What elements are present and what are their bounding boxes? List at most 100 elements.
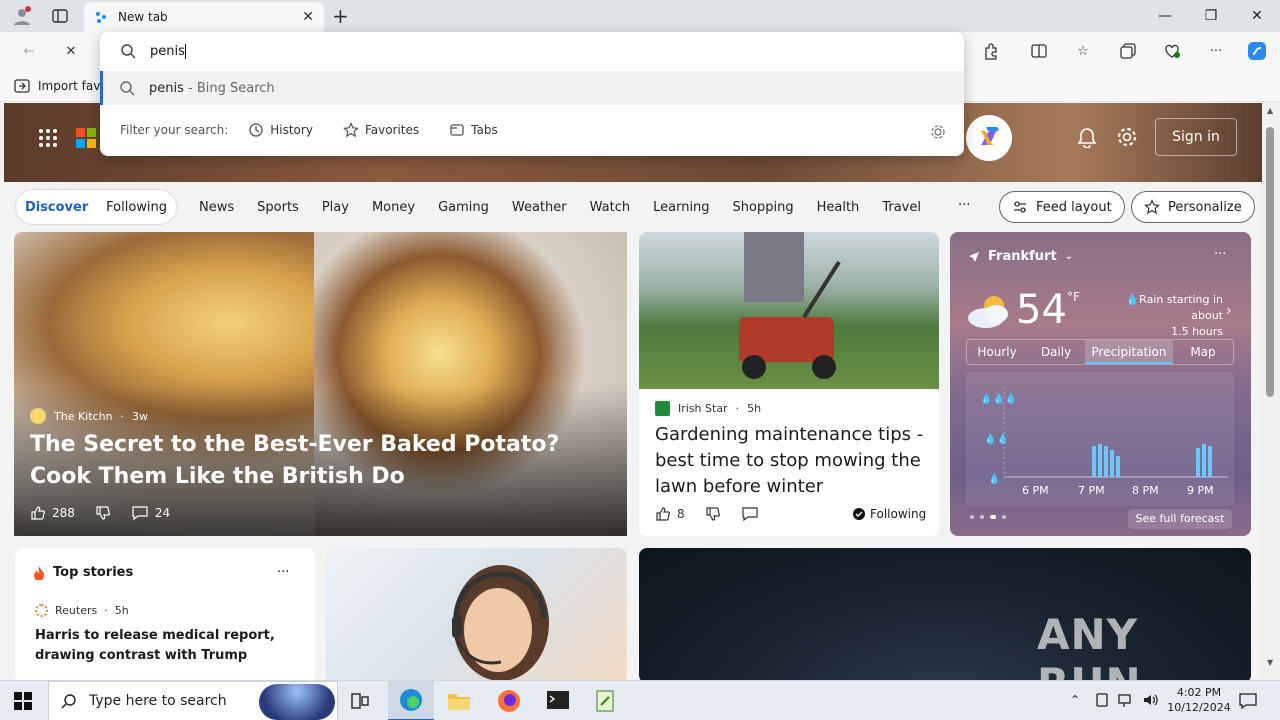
browser-essentials-icon[interactable] <box>1161 40 1183 62</box>
tab-hourly[interactable]: Hourly <box>967 340 1027 364</box>
article-title[interactable]: The Secret to the Best-Ever Baked Potato… <box>30 429 610 493</box>
nav-weather[interactable]: Weather <box>512 200 567 215</box>
copilot-sidebar-icon[interactable] <box>1246 40 1268 62</box>
search-settings-icon[interactable] <box>930 124 946 140</box>
nav-watch[interactable]: Watch <box>590 200 630 215</box>
like-icon[interactable] <box>655 506 671 522</box>
see-full-forecast-link[interactable]: See full forecast <box>1128 509 1232 529</box>
settings-more-icon[interactable]: ··· <box>1205 40 1227 62</box>
scrollbar-thumb[interactable] <box>1266 127 1274 397</box>
article-card-gardening[interactable]: Irish Star · 5h Gardening maintenance ti… <box>639 232 939 536</box>
nav-sports[interactable]: Sports <box>257 200 299 215</box>
personalize-button[interactable]: Personalize <box>1131 191 1255 223</box>
article-image-card[interactable] <box>326 548 627 680</box>
task-view-icon[interactable] <box>350 691 370 711</box>
comment-icon[interactable] <box>741 506 759 522</box>
page-scrollbar[interactable]: ▲ ▼ <box>1262 103 1280 680</box>
start-button[interactable] <box>14 692 32 710</box>
tab-map[interactable]: Map <box>1173 340 1233 364</box>
new-tab-button[interactable]: + <box>332 6 349 26</box>
volume-icon[interactable] <box>1142 692 1160 708</box>
filter-favorites[interactable]: Favorites <box>342 122 419 138</box>
tab-actions-icon[interactable] <box>52 8 68 24</box>
video-card[interactable]: ANY RUN <box>639 548 1251 680</box>
msn-tab-icon <box>96 12 106 23</box>
dislike-icon[interactable] <box>95 505 111 521</box>
dislike-icon[interactable] <box>705 506 721 522</box>
favorites-icon[interactable]: ☆ <box>1072 40 1094 62</box>
restore-button[interactable]: ❐ <box>1188 0 1234 32</box>
back-icon[interactable]: ← <box>18 40 40 62</box>
nav-play[interactable]: Play <box>322 200 349 215</box>
clock-date: 10/12/2024 <box>1167 701 1231 714</box>
weather-summary: 💧Rain starting in about 1.5 hours <box>1093 292 1223 340</box>
top-stories-more-icon[interactable]: ··· <box>277 565 289 580</box>
network-icon[interactable] <box>1118 692 1136 708</box>
collections-icon[interactable] <box>1117 40 1139 62</box>
terminal-icon[interactable] <box>546 690 570 712</box>
carousel-dots[interactable] <box>970 515 1006 519</box>
tab-new-tab[interactable]: New tab ✕ <box>84 2 324 32</box>
notifications-icon[interactable] <box>1076 126 1098 148</box>
stop-loading-icon[interactable]: ✕ <box>60 40 82 62</box>
time-label: 7 PM <box>1078 484 1105 497</box>
taskbar-edge[interactable] <box>388 681 434 720</box>
scroll-down-icon[interactable]: ▼ <box>1267 658 1273 667</box>
address-input[interactable]: penis <box>100 32 964 70</box>
chevron-right-icon[interactable]: › <box>1226 303 1232 319</box>
feed-layout-button[interactable]: Feed layout <box>999 191 1125 223</box>
clock[interactable]: 4:02 PM 10/12/2024 <box>1164 685 1234 715</box>
close-window-button[interactable]: ✕ <box>1234 0 1280 32</box>
device-icon[interactable] <box>1094 692 1110 708</box>
comment-icon[interactable] <box>131 505 149 521</box>
article-age: 3w <box>132 409 149 423</box>
filter-tabs[interactable]: Tabs <box>449 122 498 138</box>
nav-money[interactable]: Money <box>372 200 415 215</box>
settings-gear-icon[interactable] <box>1116 126 1138 148</box>
show-hidden-icons[interactable]: ⌃ <box>1070 693 1080 707</box>
temperature-unit[interactable]: °F <box>1067 290 1080 304</box>
minimize-button[interactable]: — <box>1142 0 1188 32</box>
featured-article-card[interactable]: The Kitchn · 3w The Secret to the Best-E… <box>14 232 627 536</box>
taskbar-search[interactable]: Type here to search <box>48 681 338 720</box>
search-icon <box>120 81 135 96</box>
nav-news[interactable]: News <box>199 200 234 215</box>
firefox-icon[interactable] <box>497 689 521 713</box>
filter-label: Filter your search: <box>120 123 229 137</box>
notifications-center-icon[interactable] <box>1238 691 1258 711</box>
nav-health[interactable]: Health <box>817 200 860 215</box>
nav-travel[interactable]: Travel <box>882 200 921 215</box>
filter-history[interactable]: History <box>248 122 313 138</box>
weather-location[interactable]: Frankfurt ⌄ <box>968 249 1073 264</box>
weather-more-icon[interactable]: ··· <box>1214 247 1226 262</box>
close-tab-icon[interactable]: ✕ <box>302 9 314 25</box>
nav-learning[interactable]: Learning <box>653 200 709 215</box>
tab-daily[interactable]: Daily <box>1027 340 1085 364</box>
nav-shopping[interactable]: Shopping <box>733 200 794 215</box>
extensions-icon[interactable] <box>980 40 1002 62</box>
time-label: 6 PM <box>1022 484 1049 497</box>
scroll-up-icon[interactable]: ▲ <box>1267 106 1273 115</box>
following-badge[interactable]: Following <box>853 507 926 521</box>
app-launcher-icon[interactable] <box>38 128 58 148</box>
tab-precipitation[interactable]: Precipitation <box>1085 340 1173 364</box>
more-categories-button[interactable]: ··· <box>958 198 970 213</box>
import-favorites-link[interactable]: Import favo <box>14 78 108 94</box>
file-explorer-icon[interactable] <box>447 690 471 712</box>
personalize-label: Personalize <box>1168 199 1242 215</box>
profile-icon[interactable] <box>12 6 32 26</box>
sign-in-button[interactable]: Sign in <box>1155 118 1237 156</box>
like-icon[interactable] <box>30 505 46 521</box>
search-suggestion[interactable]: penis - Bing Search <box>100 71 964 105</box>
copilot-button[interactable] <box>966 115 1012 161</box>
story-headline[interactable]: Harris to release medical report, drawin… <box>35 626 305 666</box>
article-title[interactable]: Gardening maintenance tips - best time t… <box>655 422 930 500</box>
weather-card[interactable]: Frankfurt ⌄ ··· 54 °F 💧Rain starting in … <box>950 232 1251 536</box>
tab-following[interactable]: Following <box>106 200 167 215</box>
notepad-icon[interactable] <box>594 689 618 713</box>
nav-gaming[interactable]: Gaming <box>438 200 489 215</box>
tab-discover[interactable]: Discover <box>25 200 88 215</box>
suggestion-source: - Bing Search <box>183 80 275 96</box>
address-input-text: penis <box>150 43 185 59</box>
split-screen-icon[interactable] <box>1028 40 1050 62</box>
